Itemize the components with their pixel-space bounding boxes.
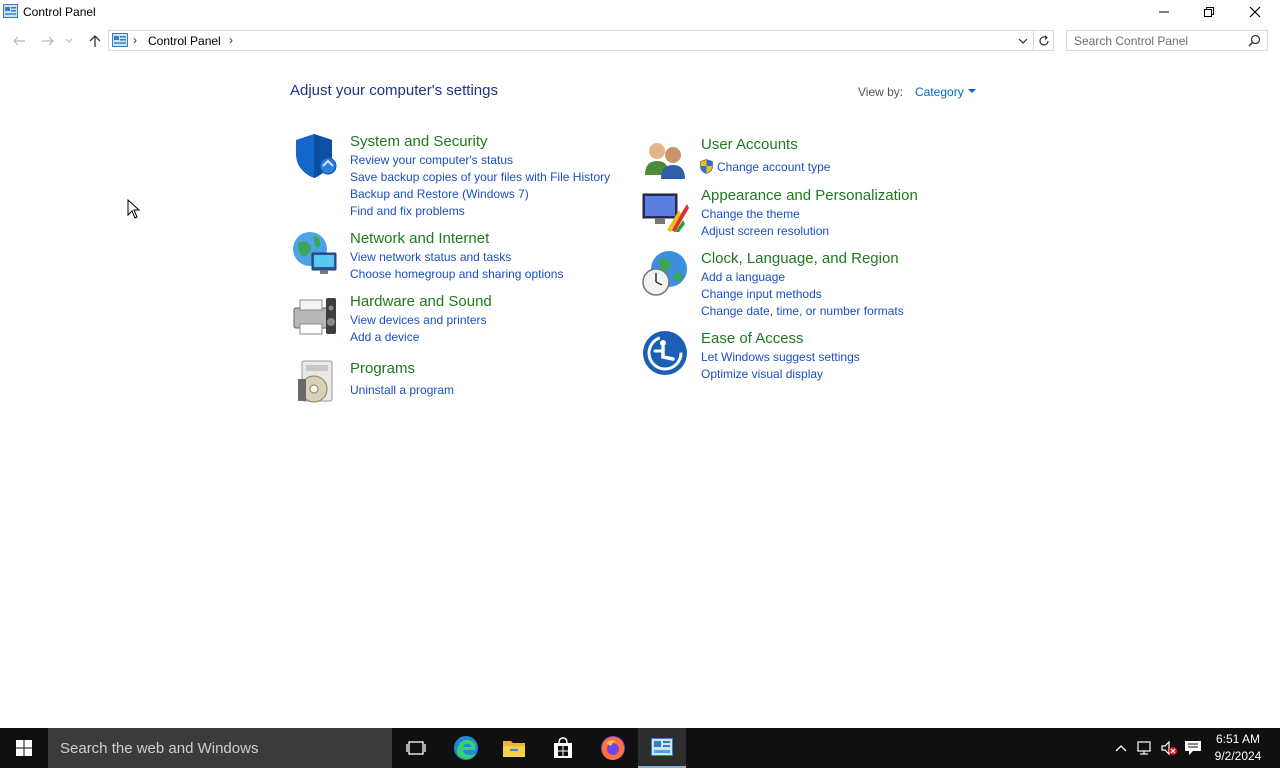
- link-change-account-type[interactable]: Change account type: [717, 160, 830, 174]
- view-by-dropdown[interactable]: Category: [915, 85, 964, 99]
- category-title[interactable]: Hardware and Sound: [350, 293, 492, 310]
- link-change-theme[interactable]: Change the theme: [701, 207, 800, 221]
- breadcrumb-control-panel[interactable]: Control Panel: [148, 34, 221, 48]
- store-button[interactable]: [539, 728, 587, 768]
- programs-disc-icon[interactable]: [290, 359, 338, 407]
- folder-icon: [503, 741, 525, 757]
- control-panel-icon: [651, 738, 673, 756]
- link-suggest-settings[interactable]: Let Windows suggest settings: [701, 350, 860, 364]
- firefox-icon: [601, 736, 625, 760]
- windows-logo-icon: [16, 740, 32, 756]
- shield-icon[interactable]: [290, 132, 338, 180]
- search-icon[interactable]: [1248, 34, 1261, 47]
- chevron-up-icon[interactable]: [1112, 740, 1130, 756]
- breadcrumb-separator[interactable]: ›: [229, 33, 233, 47]
- monitor-paint-icon[interactable]: [641, 186, 689, 234]
- clock-globe-icon[interactable]: [641, 249, 689, 297]
- category-title[interactable]: Network and Internet: [350, 230, 489, 247]
- navigation-bar: › Control Panel ›: [0, 28, 1280, 54]
- category-title[interactable]: Programs: [350, 360, 415, 377]
- network-globe-icon[interactable]: [290, 229, 338, 277]
- category-title[interactable]: Clock, Language, and Region: [701, 250, 899, 267]
- mouse-cursor-icon: [127, 199, 141, 219]
- refresh-button[interactable]: [1034, 30, 1054, 51]
- search-input[interactable]: [1067, 31, 1245, 50]
- link-devices-printers[interactable]: View devices and printers: [350, 313, 487, 327]
- file-explorer-button[interactable]: [490, 728, 538, 768]
- link-file-history[interactable]: Save backup copies of your files with Fi…: [350, 170, 610, 184]
- store-bag-icon: [554, 737, 572, 758]
- start-button[interactable]: [0, 728, 48, 768]
- restore-icon: [1204, 7, 1214, 17]
- link-review-computer-status[interactable]: Review your computer's status: [350, 153, 513, 167]
- link-screen-resolution[interactable]: Adjust screen resolution: [701, 224, 829, 238]
- network-icon[interactable]: [1136, 740, 1154, 756]
- link-optimize-display[interactable]: Optimize visual display: [701, 367, 823, 381]
- users-icon[interactable]: [641, 135, 689, 183]
- edge-icon: [454, 736, 478, 760]
- task-view-icon: [406, 741, 426, 755]
- control-panel-taskbar-button[interactable]: [638, 728, 686, 768]
- refresh-icon: [1038, 34, 1049, 46]
- back-arrow-icon: [13, 36, 25, 46]
- link-network-status[interactable]: View network status and tasks: [350, 250, 511, 264]
- window-title: Control Panel: [23, 5, 96, 19]
- taskbar: Search the web and Windows 6:51 AM 9/2/2…: [0, 728, 1280, 768]
- close-icon: [1249, 6, 1261, 18]
- ease-of-access-icon[interactable]: [641, 329, 689, 377]
- clock-date[interactable]: 9/2/2024: [1200, 749, 1276, 763]
- control-panel-icon: [3, 4, 18, 18]
- back-button[interactable]: [9, 31, 29, 51]
- view-by-label: View by:: [858, 85, 904, 99]
- address-bar[interactable]: › Control Panel ›: [108, 30, 1034, 51]
- link-add-device[interactable]: Add a device: [350, 330, 419, 344]
- clock-time[interactable]: 6:51 AM: [1200, 732, 1276, 746]
- link-uninstall-program[interactable]: Uninstall a program: [350, 383, 454, 397]
- uac-shield-icon: [700, 159, 713, 174]
- chevron-down-icon[interactable]: [1016, 34, 1030, 48]
- link-input-methods[interactable]: Change input methods: [701, 287, 822, 301]
- breadcrumb-separator[interactable]: ›: [133, 33, 137, 47]
- printer-speaker-icon[interactable]: [290, 292, 338, 340]
- close-button[interactable]: [1232, 0, 1278, 24]
- category-title[interactable]: Ease of Access: [701, 330, 804, 347]
- minimize-icon: [1159, 11, 1169, 13]
- title-bar[interactable]: Control Panel: [0, 0, 1280, 24]
- search-box[interactable]: [1066, 30, 1268, 51]
- chevron-down-icon: [65, 38, 73, 43]
- recent-locations-button[interactable]: [62, 31, 76, 51]
- caret-down-icon[interactable]: [968, 89, 976, 93]
- minimize-button[interactable]: [1141, 0, 1187, 24]
- control-panel-window: Control Panel › Control Panel › Search C…: [0, 0, 1280, 728]
- volume-muted-icon[interactable]: [1160, 740, 1178, 756]
- link-backup-restore[interactable]: Backup and Restore (Windows 7): [350, 187, 529, 201]
- taskbar-search-placeholder[interactable]: Search the web and Windows: [60, 740, 258, 757]
- restore-button[interactable]: [1186, 0, 1232, 24]
- control-panel-icon: [112, 33, 128, 47]
- up-button[interactable]: [85, 31, 105, 51]
- link-find-fix-problems[interactable]: Find and fix problems: [350, 204, 465, 218]
- edge-browser-button[interactable]: [442, 728, 490, 768]
- forward-button[interactable]: [38, 31, 58, 51]
- taskbar-search-box[interactable]: Search the web and Windows: [48, 728, 392, 768]
- link-date-time-formats[interactable]: Change date, time, or number formats: [701, 304, 904, 318]
- forward-arrow-icon: [42, 36, 54, 46]
- category-title[interactable]: User Accounts: [701, 136, 798, 153]
- task-view-button[interactable]: [392, 728, 440, 768]
- category-title[interactable]: System and Security: [350, 133, 488, 150]
- up-arrow-icon: [89, 35, 101, 47]
- category-title[interactable]: Appearance and Personalization: [701, 187, 918, 204]
- page-heading: Adjust your computer's settings: [290, 82, 498, 99]
- link-homegroup[interactable]: Choose homegroup and sharing options: [350, 267, 563, 281]
- firefox-button[interactable]: [589, 728, 637, 768]
- link-add-language[interactable]: Add a language: [701, 270, 785, 284]
